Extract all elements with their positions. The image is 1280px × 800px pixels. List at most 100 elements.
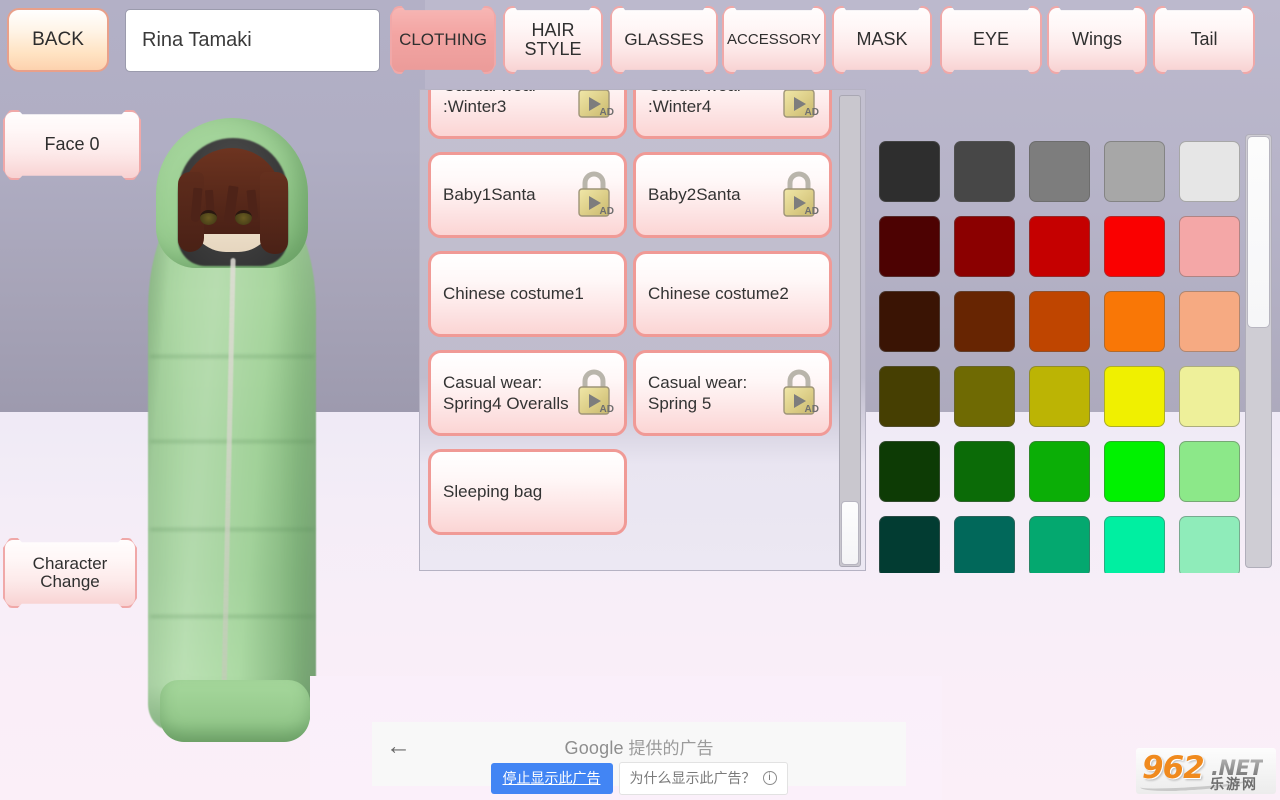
color-swatch-cell[interactable] xyxy=(1172,509,1247,573)
tab-glasses[interactable]: GLASSES xyxy=(610,6,718,74)
clothing-list-scroll-thumb[interactable] xyxy=(841,501,859,565)
color-swatch-cell[interactable] xyxy=(872,134,947,209)
color-swatch[interactable] xyxy=(954,441,1015,502)
clothing-item[interactable]: Casual wear:Winter3 AD xyxy=(428,90,627,139)
color-palette-panel xyxy=(868,130,1280,573)
color-swatch-cell[interactable] xyxy=(947,209,1022,284)
color-swatch-cell[interactable] xyxy=(872,509,947,573)
color-swatch[interactable] xyxy=(1029,516,1090,573)
color-swatch-cell[interactable] xyxy=(872,434,947,509)
color-swatch-cell[interactable] xyxy=(947,509,1022,573)
color-swatch-cell[interactable] xyxy=(947,434,1022,509)
tab-label: CLOTHING xyxy=(399,29,487,49)
stop-showing-ad-button[interactable]: 停止显示此广告 xyxy=(490,763,613,794)
color-swatch[interactable] xyxy=(1179,141,1240,202)
color-swatch[interactable] xyxy=(1104,441,1165,502)
color-swatch-cell[interactable] xyxy=(872,284,947,359)
clothing-item[interactable]: Baby2Santa AD xyxy=(633,152,832,238)
tab-eye[interactable]: EYE xyxy=(940,6,1042,74)
color-swatch[interactable] xyxy=(879,291,940,352)
color-swatch-cell[interactable] xyxy=(1172,434,1247,509)
color-swatch-cell[interactable] xyxy=(1022,434,1097,509)
color-swatch-cell[interactable] xyxy=(1022,359,1097,434)
lock-ad-icon[interactable]: AD xyxy=(572,90,616,122)
tab-clothing[interactable]: CLOTHING xyxy=(390,6,496,74)
clothing-item[interactable]: Sleeping bag xyxy=(428,449,627,535)
color-swatch[interactable] xyxy=(1179,366,1240,427)
color-swatch[interactable] xyxy=(954,366,1015,427)
clothing-item[interactable]: Baby1Santa AD xyxy=(428,152,627,238)
tab-mask[interactable]: MASK xyxy=(832,6,932,74)
clothing-item[interactable]: Casual wear: Spring4 Overalls AD xyxy=(428,350,627,436)
color-swatch-cell[interactable] xyxy=(1022,509,1097,573)
face-selector-button[interactable]: Face 0 xyxy=(3,110,141,180)
character-name-input[interactable]: Rina Tamaki xyxy=(125,9,380,72)
clothing-item[interactable]: Chinese costume1 xyxy=(428,251,627,337)
color-swatch[interactable] xyxy=(954,216,1015,277)
color-swatch[interactable] xyxy=(1179,516,1240,573)
tab-tail[interactable]: Tail xyxy=(1153,6,1255,74)
tab-wings[interactable]: Wings xyxy=(1047,6,1147,74)
color-swatch-cell[interactable] xyxy=(947,359,1022,434)
clothing-item[interactable]: Casual wear:Winter4 AD xyxy=(633,90,832,139)
lock-ad-icon[interactable]: AD xyxy=(777,367,821,419)
color-swatch-cell[interactable] xyxy=(947,284,1022,359)
color-swatch[interactable] xyxy=(1104,291,1165,352)
color-swatch-cell[interactable] xyxy=(1172,359,1247,434)
color-swatch-cell[interactable] xyxy=(1097,434,1172,509)
color-swatch-cell[interactable] xyxy=(1022,209,1097,284)
color-swatch[interactable] xyxy=(1179,291,1240,352)
color-swatch-cell[interactable] xyxy=(1097,359,1172,434)
lock-ad-icon[interactable]: AD xyxy=(777,90,821,122)
clothing-item[interactable]: Chinese costume2 xyxy=(633,251,832,337)
color-swatch-cell[interactable] xyxy=(1172,284,1247,359)
clothing-item[interactable]: Casual wear: Spring 5 AD xyxy=(633,350,832,436)
character-preview[interactable] xyxy=(130,110,350,750)
color-swatch-cell[interactable] xyxy=(1022,134,1097,209)
color-swatch[interactable] xyxy=(1179,441,1240,502)
character-change-button[interactable]: Character Change xyxy=(3,538,137,608)
color-swatch-cell[interactable] xyxy=(872,209,947,284)
color-palette-scroll-thumb[interactable] xyxy=(1247,136,1270,328)
color-swatch-cell[interactable] xyxy=(1097,509,1172,573)
color-swatch[interactable] xyxy=(879,516,940,573)
tab-label: Wings xyxy=(1071,29,1122,50)
color-swatch[interactable] xyxy=(1029,141,1090,202)
color-swatch-cell[interactable] xyxy=(947,134,1022,209)
color-swatch[interactable] xyxy=(954,516,1015,573)
color-swatch-cell[interactable] xyxy=(1097,284,1172,359)
color-swatch[interactable] xyxy=(1179,216,1240,277)
tab-accessory[interactable]: ACCESSORY xyxy=(722,6,826,74)
color-swatch[interactable] xyxy=(1104,516,1165,573)
why-this-ad-button[interactable]: 为什么显示此广告？ i xyxy=(618,762,788,795)
color-swatch[interactable] xyxy=(1029,216,1090,277)
tab-hair-style[interactable]: HAIR STYLE xyxy=(503,6,603,74)
color-swatch[interactable] xyxy=(879,441,940,502)
color-swatch[interactable] xyxy=(1029,366,1090,427)
color-swatch-cell[interactable] xyxy=(1097,134,1172,209)
lock-ad-icon[interactable]: AD xyxy=(572,169,616,221)
sakura-school-dressup-screen: BACK Rina Tamaki CLOTHING HAIR STYLE GLASSE… xyxy=(0,0,1280,800)
color-swatch-cell[interactable] xyxy=(872,359,947,434)
back-button[interactable]: BACK xyxy=(7,8,109,72)
clothing-list-scrollbar[interactable] xyxy=(839,95,861,567)
color-swatch[interactable] xyxy=(954,291,1015,352)
color-swatch[interactable] xyxy=(1104,366,1165,427)
color-swatch-cell[interactable] xyxy=(1097,209,1172,284)
color-palette-scrollbar[interactable] xyxy=(1245,134,1272,568)
color-swatch[interactable] xyxy=(879,141,940,202)
color-swatch-cell[interactable] xyxy=(1022,284,1097,359)
color-swatch-cell[interactable] xyxy=(1172,134,1247,209)
color-swatch[interactable] xyxy=(1104,216,1165,277)
ad-provider-title: Google 提供的广告 xyxy=(372,734,906,759)
color-swatch-cell[interactable] xyxy=(1172,209,1247,284)
lock-ad-icon[interactable]: AD xyxy=(572,367,616,419)
clothing-list-viewport: Casual wear:Winter3ADCasual wear:Winter4… xyxy=(420,90,844,570)
color-swatch[interactable] xyxy=(1029,291,1090,352)
lock-ad-icon[interactable]: AD xyxy=(777,169,821,221)
color-swatch[interactable] xyxy=(879,216,940,277)
color-swatch[interactable] xyxy=(1104,141,1165,202)
color-swatch[interactable] xyxy=(954,141,1015,202)
color-swatch[interactable] xyxy=(1029,441,1090,502)
color-swatch[interactable] xyxy=(879,366,940,427)
